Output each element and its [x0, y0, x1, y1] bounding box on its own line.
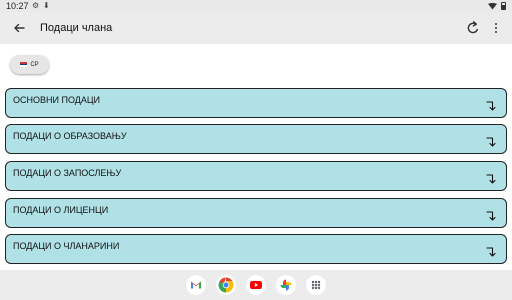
- download-icon: ⬇: [43, 1, 50, 10]
- section-label: ПОДАЦИ О ЛИЦЕНЦИ: [13, 205, 109, 215]
- status-icons: [488, 0, 506, 12]
- wifi-icon: [488, 2, 497, 10]
- youtube-icon[interactable]: [246, 275, 266, 295]
- language-label: СР: [30, 61, 39, 68]
- battery-icon: [501, 2, 506, 10]
- language-chip[interactable]: СР: [10, 55, 49, 74]
- section-license-data[interactable]: ПОДАЦИ О ЛИЦЕНЦИ: [5, 198, 507, 228]
- section-basic-data[interactable]: ОСНОВНИ ПОДАЦИ: [5, 88, 507, 118]
- subdirectory-arrow-icon: [486, 137, 496, 147]
- status-time: 10:27: [6, 1, 29, 11]
- section-employment-data[interactable]: ПОДАЦИ О ЗАПОСЛЕЊУ: [5, 161, 507, 191]
- gear-icon: ⚙: [32, 1, 40, 10]
- refresh-icon[interactable]: [465, 20, 481, 36]
- section-label: ПОДАЦИ О ЗАПОСЛЕЊУ: [13, 168, 122, 178]
- section-label: ОСНОВНИ ПОДАЦИ: [13, 95, 100, 105]
- back-arrow-icon[interactable]: [11, 20, 27, 36]
- subdirectory-arrow-icon: [486, 247, 496, 257]
- section-education-data[interactable]: ПОДАЦИ О ОБРАЗОВАЊУ: [5, 124, 507, 154]
- gmail-icon[interactable]: [186, 275, 206, 295]
- status-bar: 10:27 ⚙ ⬇: [0, 0, 512, 12]
- app-bar: Подаци члана: [0, 12, 512, 44]
- page-title: Подаци члана: [40, 22, 113, 34]
- serbia-flag-icon: [20, 62, 28, 68]
- section-label: ПОДАЦИ О ОБРАЗОВАЊУ: [13, 131, 127, 141]
- section-label: ПОДАЦИ О ЧЛАНАРИНИ: [13, 241, 120, 251]
- subdirectory-arrow-icon: [486, 211, 496, 221]
- flag-stripe-white: [20, 65, 28, 68]
- section-membership-data[interactable]: ПОДАЦИ О ЧЛАНАРИНИ: [5, 234, 507, 264]
- subdirectory-arrow-icon: [486, 101, 496, 111]
- photos-icon[interactable]: [276, 275, 296, 295]
- chrome-icon[interactable]: [216, 275, 236, 295]
- navigation-bar: [0, 270, 512, 300]
- subdirectory-arrow-icon: [486, 174, 496, 184]
- app-drawer-icon[interactable]: [306, 275, 326, 295]
- more-vert-icon[interactable]: [491, 20, 501, 36]
